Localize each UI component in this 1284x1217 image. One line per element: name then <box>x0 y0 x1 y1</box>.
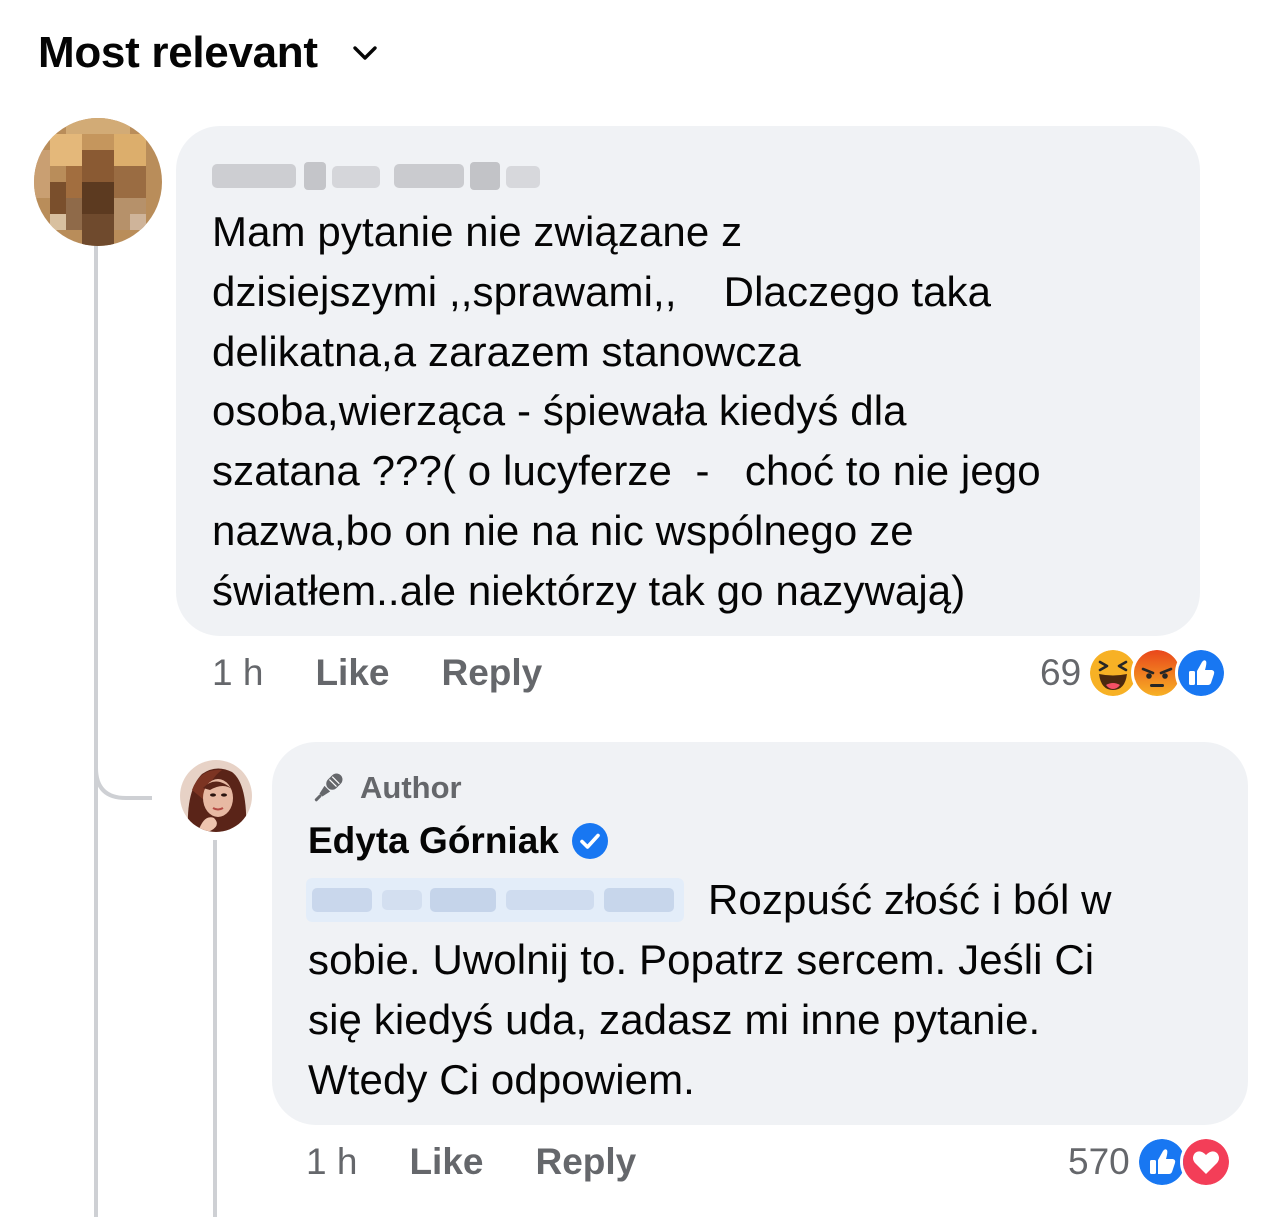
author-badge-label: Author <box>360 770 462 805</box>
comment-like-button[interactable]: Like <box>315 652 389 694</box>
blurred-name-image <box>212 162 540 190</box>
reply-reply-button[interactable]: Reply <box>535 1141 636 1183</box>
comment-line: światłem..ale niektórzy tak go nazywają) <box>212 567 966 614</box>
comment-actions: 1 h Like Reply <box>212 652 542 694</box>
reply-reactions[interactable]: 570 <box>1068 1136 1232 1188</box>
comment-line: Mam pytanie nie związane z <box>212 208 743 255</box>
reply-first-line: Rozpuść złość i ból w <box>708 876 1112 923</box>
thread-line <box>94 236 98 1217</box>
reply-author-name[interactable]: Edyta Górniak <box>308 820 609 862</box>
commenter-name-blurred[interactable] <box>212 154 540 194</box>
reply-line: Wtedy Ci odpowiem. <box>308 1056 695 1103</box>
reply-connector <box>94 730 152 800</box>
reply-actions: 1 h Like Reply <box>306 1141 636 1183</box>
reply-line: sobie. Uwolnij to. Popatrz sercem. Jeśli… <box>308 936 1095 983</box>
commenter-avatar[interactable] <box>34 118 162 246</box>
verified-badge-icon <box>571 823 608 859</box>
comment-reactions[interactable]: 69 <box>1040 647 1228 699</box>
chevron-down-icon <box>353 46 377 60</box>
author-photo <box>180 760 252 832</box>
blurred-mention-image <box>306 878 684 922</box>
comment-timestamp[interactable]: 1 h <box>212 652 263 694</box>
comment-line: osoba,wierząca - śpiewała kiedyś dla <box>212 387 907 434</box>
avatar-pixelated-image <box>34 118 162 246</box>
comment-line: delikatna,a zarazem stanowcza <box>212 328 801 375</box>
microphone-icon <box>314 773 343 802</box>
comment-reply-button[interactable]: Reply <box>441 652 542 694</box>
comment-line: dzisiejszymi ,,sprawami,, Dlaczego taka <box>212 268 992 315</box>
reply-author-avatar[interactable] <box>180 760 252 832</box>
sort-label: Most relevant <box>38 28 318 77</box>
reply-like-button[interactable]: Like <box>409 1141 483 1183</box>
comment-line: nazwa,bo on nie na nic wspólnego ze <box>212 507 914 554</box>
author-badge: Author <box>308 768 462 808</box>
reply-line: się kiedyś uda, zadasz mi inne pytanie. <box>308 996 1041 1043</box>
reply-author-name-text: Edyta Górniak <box>308 820 559 861</box>
reaction-count: 69 <box>1040 652 1082 693</box>
reply-timestamp[interactable]: 1 h <box>306 1141 357 1183</box>
like-icon <box>1175 647 1228 699</box>
love-icon <box>1179 1136 1232 1188</box>
sort-dropdown[interactable]: Most relevant <box>38 28 378 78</box>
reaction-count: 570 <box>1068 1141 1130 1182</box>
comment-line: szatana ???( o lucyferze - choć to nie j… <box>212 447 1041 494</box>
mentioned-user-blurred[interactable] <box>306 878 684 922</box>
reply-thread-line <box>213 840 217 1217</box>
